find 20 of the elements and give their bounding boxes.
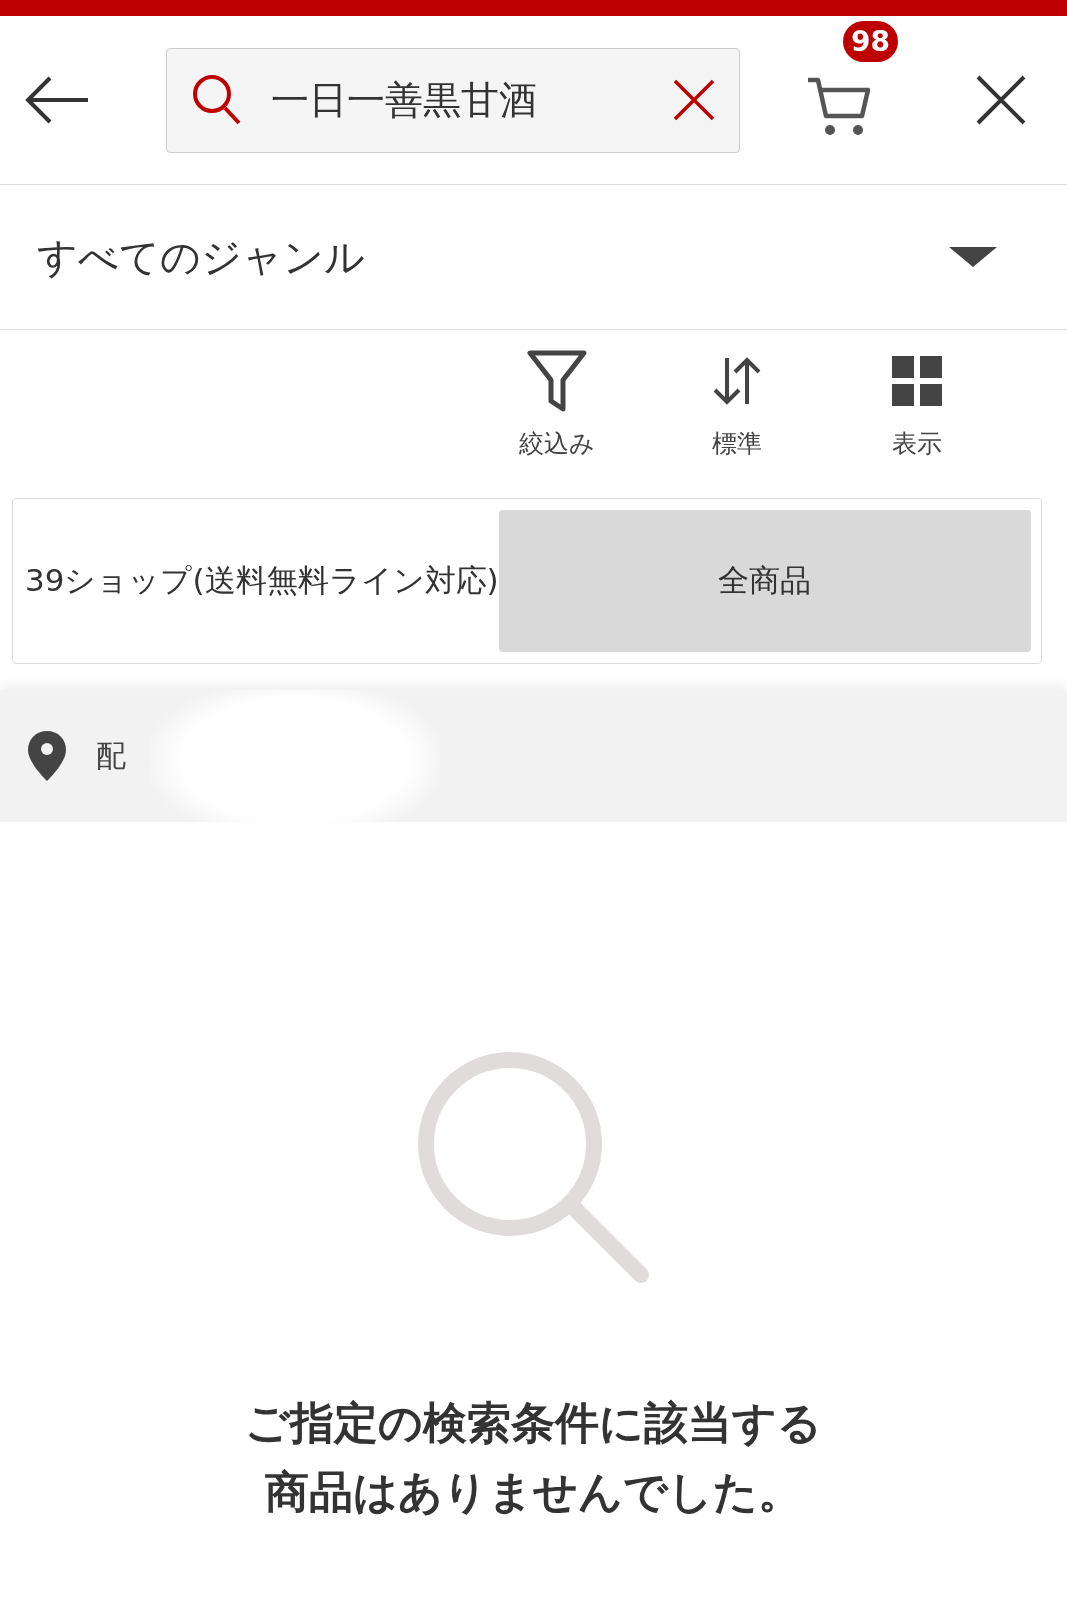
search-field[interactable]: 一日一善黒甘酒 <box>166 47 740 153</box>
close-icon[interactable] <box>976 75 1026 125</box>
clear-icon[interactable] <box>673 79 715 121</box>
delivery-area-label[interactable]: 配 <box>96 735 126 777</box>
dropdown-arrow-icon[interactable] <box>949 247 997 267</box>
search-icon <box>191 73 243 127</box>
toolbar-button-label[interactable]: 絞込み <box>519 427 595 460</box>
toolbar-button-label[interactable]: 表示 <box>892 427 942 460</box>
genre-dropdown[interactable]: すべてのジャンル <box>37 229 365 285</box>
search-icon <box>415 1050 652 1286</box>
filter-icon <box>527 350 587 412</box>
back-icon[interactable] <box>24 75 90 125</box>
sort-icon <box>712 356 762 406</box>
toolbar-button-label[interactable]: 標準 <box>712 427 762 460</box>
grid-view-icon <box>892 356 942 406</box>
shop-filter-option[interactable]: 39ショップ(送料無料ライン対応) <box>25 510 499 652</box>
cart-count-badge: 98 <box>840 18 901 65</box>
no-results-message: ご指定の検索条件に該当する <box>245 1396 822 1450</box>
location-pin-icon <box>28 731 66 781</box>
no-results-message: 商品はありませんでした。 <box>265 1465 802 1519</box>
